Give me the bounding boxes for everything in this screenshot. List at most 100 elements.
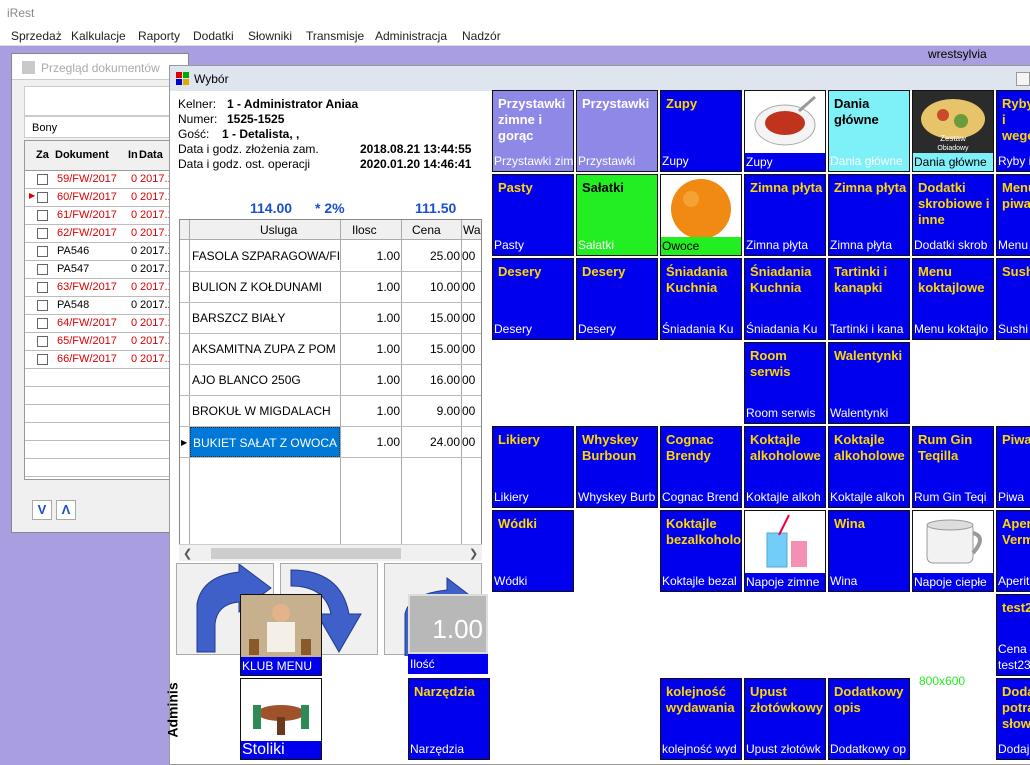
horizontal-scrollbar[interactable]: ❮ ❯ xyxy=(179,544,482,561)
category-tile[interactable]: Zimna płyta Zimna płyta xyxy=(828,174,910,256)
row-checkbox[interactable] xyxy=(37,174,48,185)
scroll-down-button[interactable]: V xyxy=(32,500,52,520)
category-tile[interactable]: kolejność wydawania kolejność wyd xyxy=(660,678,742,760)
category-tile[interactable]: Zestaw ObiadowyZestaw ObiadowyDania główn… xyxy=(912,90,994,172)
document-row[interactable]: PA546 0 2017.1 xyxy=(25,243,179,261)
category-tile[interactable]: Ryby i wege Ryby i xyxy=(996,90,1030,172)
category-tile[interactable]: Aperitif Vermouth Aperiti xyxy=(996,510,1030,592)
category-tile[interactable]: Wina Wina xyxy=(828,510,910,592)
document-row[interactable]: PA547 0 2017.1 xyxy=(25,261,179,279)
menu-item-5[interactable]: Transmisje xyxy=(306,29,364,43)
order-item-row[interactable]: AKSAMITNA ZUPA Z POM 1.00 15.00 00 xyxy=(180,334,481,365)
category-tile[interactable]: Napoje ciepłe xyxy=(912,510,994,592)
row-checkbox[interactable] xyxy=(37,192,48,203)
document-row[interactable]: 61/FW/2017 0 2017.1 xyxy=(25,207,179,225)
menu-item-3[interactable]: Dodatki xyxy=(193,29,234,43)
document-row[interactable]: 66/FW/2017 0 2017.1 xyxy=(25,351,179,369)
scrollbar-thumb[interactable] xyxy=(211,548,401,559)
documents-titlebar[interactable]: Przegląd dokumentów xyxy=(12,54,188,80)
selected-item-name[interactable]: BUKIET SAŁAT Z OWOCA xyxy=(190,427,340,457)
order-item-row[interactable]: BUKIET SAŁAT Z OWOCA ▶ 1.00 24.00 00 xyxy=(180,427,481,458)
category-tile[interactable]: Sushi Sushi xyxy=(996,258,1030,340)
category-tile[interactable]: Sałatki Sałatki xyxy=(576,174,658,256)
category-tile[interactable]: Likiery Likiery xyxy=(492,426,574,508)
category-tile[interactable]: Whyskey Burboun Whyskey Burb xyxy=(576,426,658,508)
document-row[interactable]: 59/FW/2017 0 2017.1 xyxy=(25,171,179,189)
menu-item-0[interactable]: Sprzedaż xyxy=(11,29,62,43)
klub-menu-button[interactable]: KLUB MENU xyxy=(240,594,322,676)
category-tile[interactable]: Wódki Wódki xyxy=(492,510,574,592)
category-tile[interactable]: Śniadania Kuchnia Śniadania Ku xyxy=(660,258,742,340)
col-wartosc[interactable]: Wa xyxy=(463,223,481,237)
category-tile[interactable]: Zupy xyxy=(744,90,826,172)
row-checkbox[interactable] xyxy=(37,210,48,221)
category-tile[interactable]: Koktajle alkoholowe Koktajle alkoh xyxy=(744,426,826,508)
document-row[interactable]: 64/FW/2017 0 2017.1 xyxy=(25,315,179,333)
order-item-row[interactable]: AJO BLANCO 250G 1.00 16.00 00 xyxy=(180,365,481,396)
col-cena[interactable]: Cena xyxy=(412,223,441,237)
category-tile[interactable]: Walentynki Walentynki xyxy=(828,342,910,424)
col-data[interactable]: Data xyxy=(139,149,163,161)
category-tile[interactable]: Dania główne Dania główne xyxy=(828,90,910,172)
row-checkbox[interactable] xyxy=(37,228,48,239)
scroll-right-icon[interactable]: ❯ xyxy=(469,547,478,560)
category-tile[interactable]: Zupy Zupy xyxy=(660,90,742,172)
row-checkbox[interactable] xyxy=(37,300,48,311)
category-tile[interactable]: Pasty Pasty xyxy=(492,174,574,256)
document-row[interactable]: 62/FW/2017 0 2017.1 xyxy=(25,225,179,243)
scroll-left-icon[interactable]: ❮ xyxy=(183,547,192,560)
col-ilosc[interactable]: Ilosc xyxy=(352,223,377,237)
wybor-titlebar[interactable]: Wybór xyxy=(170,66,1030,91)
category-tile[interactable]: Upust złotówkowy Upust złotówk xyxy=(744,678,826,760)
category-tile[interactable]: Piwa Piwa xyxy=(996,426,1030,508)
menu-item-1[interactable]: Kalkulacje xyxy=(71,29,126,43)
category-tile[interactable]: Koktajle bezalkoholowe Koktajle bezal xyxy=(660,510,742,592)
category-tile[interactable]: Owoce xyxy=(660,174,742,256)
col-in[interactable]: In xyxy=(128,149,138,161)
tab-bony[interactable]: Bony xyxy=(24,116,184,138)
category-tile[interactable]: Room serwis Room serwis xyxy=(744,342,826,424)
category-tile[interactable]: Dodatki skrobiowe i inne Dodatki skrob xyxy=(912,174,994,256)
document-row[interactable]: ▶ 60/FW/2017 0 2017.1 xyxy=(25,189,179,207)
scroll-up-button[interactable]: Λ xyxy=(56,500,76,520)
category-tile[interactable]: Desery Desery xyxy=(576,258,658,340)
document-row[interactable]: 65/FW/2017 0 2017.1 xyxy=(25,333,179,351)
order-item-row[interactable]: BULION Z KOŁDUNAMI 1.00 10.00 00 xyxy=(180,272,481,303)
category-tile[interactable]: Menu koktajlowe Menu koktajlo xyxy=(912,258,994,340)
category-tile[interactable]: Przystawki zimne i gorąc Przystawki zim xyxy=(492,90,574,172)
col-za[interactable]: Za xyxy=(36,149,49,161)
document-row[interactable]: 63/FW/2017 0 2017.1 xyxy=(25,279,179,297)
category-tile[interactable]: Śniadania Kuchnia Śniadania Ku xyxy=(744,258,826,340)
narzedzia-button[interactable]: Narzędzia Narzędzia xyxy=(408,678,490,760)
stoliki-button[interactable]: Stoliki xyxy=(240,678,322,760)
menu-item-2[interactable]: Raporty xyxy=(138,29,180,43)
minimize-button[interactable] xyxy=(1016,72,1030,86)
menu-item-4[interactable]: Słowniki xyxy=(248,29,292,43)
row-checkbox[interactable] xyxy=(37,246,48,257)
row-checkbox[interactable] xyxy=(37,318,48,329)
category-tile[interactable]: Desery Desery xyxy=(492,258,574,340)
category-tile[interactable]: Zimna płyta Zimna płyta xyxy=(744,174,826,256)
row-checkbox[interactable] xyxy=(37,264,48,275)
category-tile[interactable]: Koktajle alkoholowe Koktajle alkoh xyxy=(828,426,910,508)
menu-item-6[interactable]: Administracja xyxy=(375,29,447,43)
row-checkbox[interactable] xyxy=(37,354,48,365)
category-tile[interactable]: Menu piwa Menu xyxy=(996,174,1030,256)
category-tile[interactable]: Napoje zimne xyxy=(744,510,826,592)
document-row[interactable]: PA548 0 2017.1 xyxy=(25,297,179,315)
order-item-row[interactable]: BROKUŁ W MIGDALACH 1.00 9.00 00 xyxy=(180,396,481,427)
category-tile[interactable]: Rum Gin Teqilla Rum Gin Teqi xyxy=(912,426,994,508)
col-dokument[interactable]: Dokument xyxy=(55,149,109,161)
qty-display[interactable]: 1.00 xyxy=(408,594,488,654)
order-item-row[interactable]: FASOLA SZPARAGOWA/FI 1.00 25.00 00 xyxy=(180,241,481,272)
category-tile[interactable]: Dodatki potrawy słowne Dodaj xyxy=(996,678,1030,760)
category-tile[interactable]: Cognac Brendy Cognac Brend xyxy=(660,426,742,508)
category-tile[interactable]: Dodatkowy opis Dodatkowy op xyxy=(828,678,910,760)
row-checkbox[interactable] xyxy=(37,336,48,347)
order-item-row[interactable]: BARSZCZ BIAŁY 1.00 15.00 00 xyxy=(180,303,481,334)
row-checkbox[interactable] xyxy=(37,282,48,293)
category-tile[interactable]: Przystawki Przystawki xyxy=(576,90,658,172)
col-usluga[interactable]: Usluga xyxy=(260,223,297,237)
menu-item-7[interactable]: Nadzór xyxy=(462,29,501,43)
category-tile[interactable]: test23 Cena test23 xyxy=(996,594,1030,676)
